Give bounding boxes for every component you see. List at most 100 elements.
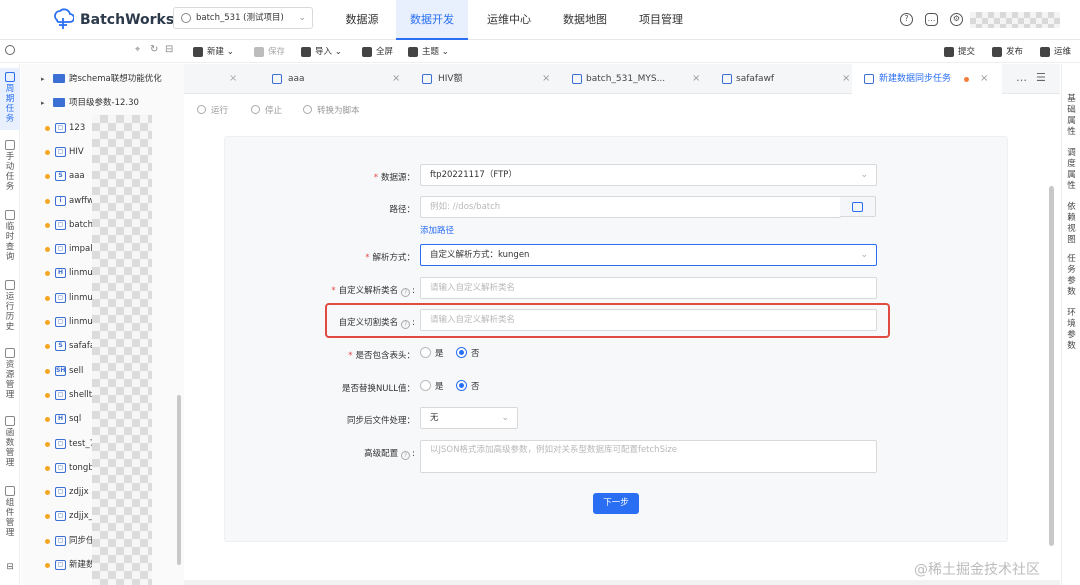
task-type-icon: ▢: [55, 122, 66, 133]
search-icon[interactable]: [5, 45, 15, 55]
chevron-down-icon: ⌄: [298, 13, 306, 23]
tree-item-label: 跨schema联想功能优化: [69, 74, 162, 84]
tree-item-label: linmu: [69, 268, 93, 279]
content-scrollbar[interactable]: [1049, 186, 1054, 546]
status-dot-icon: [45, 417, 50, 423]
collapse-icon[interactable]: ⊟: [165, 44, 173, 55]
nav-ops-center[interactable]: 运维中心: [474, 0, 544, 40]
nav-datasource[interactable]: 数据源: [333, 0, 391, 40]
close-icon[interactable]: ×: [692, 64, 700, 94]
parse-method-select[interactable]: 自定义解析方式：kungen ⌄: [420, 244, 877, 266]
close-icon[interactable]: ×: [842, 64, 850, 94]
tree-folder[interactable]: ▸ 跨schema联想功能优化: [21, 67, 184, 91]
task-type-icon: ▢: [55, 219, 66, 230]
rr-schedule-props[interactable]: 调度属性: [1062, 148, 1080, 192]
nav-data-map[interactable]: 数据地图: [550, 0, 620, 40]
path-input[interactable]: 例如: //dos/batch: [420, 196, 841, 218]
rr-basic-props[interactable]: 基础属性: [1062, 94, 1080, 138]
caret-right-icon[interactable]: ▸: [41, 67, 45, 91]
datasource-select[interactable]: ftp20221117（FTP） ⌄: [420, 164, 877, 186]
tree-item-label: HIV: [69, 146, 84, 157]
close-icon[interactable]: ×: [542, 64, 550, 94]
fullscreen-button[interactable]: 全屏: [362, 44, 393, 60]
null-no-radio[interactable]: 否: [456, 380, 480, 392]
stop-button[interactable]: 停止: [251, 104, 282, 116]
more-icon[interactable]: …: [1016, 64, 1027, 92]
nav-data-dev[interactable]: 数据开发: [396, 0, 468, 40]
status-dot-icon: [45, 465, 50, 471]
calendar-icon: [5, 72, 15, 82]
close-icon[interactable]: ×: [392, 64, 400, 94]
header-yes-radio[interactable]: 是: [420, 347, 444, 359]
rr-task-params[interactable]: 任务参数: [1062, 254, 1080, 298]
tab-batch-mys[interactable]: batch_531_MYS... ×: [552, 64, 702, 94]
submit-button[interactable]: 提交: [944, 44, 975, 60]
tab-safafawf[interactable]: safafawf ×: [702, 64, 852, 94]
advanced-config-textarea[interactable]: 以JSON格式添加高级参数，例如对关系型数据库可配置fetchSize: [420, 440, 877, 473]
rr-dependency-view[interactable]: 依赖视图: [1062, 202, 1080, 246]
publish-button[interactable]: 发布: [992, 44, 1023, 60]
status-dot-icon: [45, 295, 50, 301]
tab-hiv[interactable]: HIV额 ×: [402, 64, 552, 94]
custom-split-input[interactable]: 请输入自定义解析类名: [420, 309, 877, 331]
unsaved-dot-icon: [964, 77, 969, 82]
rail-manual-tasks[interactable]: 手动任务: [0, 140, 20, 202]
message-icon[interactable]: …: [925, 13, 938, 26]
close-icon[interactable]: ×: [229, 64, 237, 94]
status-dot-icon: [45, 222, 50, 228]
user-avatar-blurred[interactable]: [970, 12, 1060, 28]
tab-aaa[interactable]: aaa ×: [252, 64, 402, 94]
status-dot-icon: [45, 392, 50, 398]
tree-item-label: linmu: [69, 292, 93, 303]
rail-function-mgmt[interactable]: 函数管理: [0, 416, 20, 478]
datasource-label: * 数据源：: [373, 173, 415, 183]
submit-icon: [944, 47, 954, 57]
status-dot-icon: [45, 514, 50, 520]
tree-item-label: zdjjx: [69, 487, 89, 498]
rail-collapse-icon[interactable]: ⊟: [0, 562, 20, 576]
refresh-icon[interactable]: ↻: [150, 44, 158, 55]
list-icon[interactable]: ☰: [1036, 64, 1046, 92]
custom-parse-input[interactable]: 请输入自定义解析类名: [420, 277, 877, 299]
save-button[interactable]: 保存: [254, 44, 285, 60]
settings-icon[interactable]: ⚙: [950, 13, 963, 26]
convert-script-button[interactable]: 转换为脚本: [303, 104, 360, 116]
run-button[interactable]: 运行: [197, 104, 228, 116]
rr-env-params[interactable]: 环境参数: [1062, 308, 1080, 352]
project-select[interactable]: batch_531 (测试项目) ⌄: [173, 7, 313, 29]
next-step-button[interactable]: 下一步: [593, 493, 639, 514]
rail-resource-mgmt[interactable]: 资源管理: [0, 348, 20, 410]
theme-button[interactable]: 主题 ⌄: [408, 44, 449, 60]
tree-item-label: batch: [69, 219, 93, 230]
rail-run-history[interactable]: 运行历史: [0, 280, 20, 342]
new-button[interactable]: 新建 ⌄: [193, 44, 234, 60]
custom-parse-label: * 自定义解析类名?:: [331, 286, 415, 297]
close-icon[interactable]: ×: [980, 64, 988, 94]
browse-path-button[interactable]: [840, 196, 876, 217]
rail-component-mgmt[interactable]: 组件管理: [0, 486, 20, 548]
null-yes-radio[interactable]: 是: [420, 380, 444, 392]
import-button[interactable]: 导入 ⌄: [301, 44, 342, 60]
status-dot-icon: [45, 271, 50, 277]
toolbar: 新建 ⌄ 保存 导入 ⌄ 全屏 主题 ⌄ 提交 发布 运维: [184, 41, 1080, 63]
tree-item-label: sell: [69, 365, 84, 376]
add-path-link[interactable]: 添加路径: [420, 224, 454, 236]
tree-scrollbar[interactable]: [177, 395, 181, 565]
nav-project-mgmt[interactable]: 项目管理: [626, 0, 696, 40]
post-process-select[interactable]: 无 ⌄: [420, 407, 518, 429]
tab-new-sync-task[interactable]: 新建数据同步任务 ×: [852, 64, 1002, 94]
ops-button[interactable]: 运维: [1040, 44, 1071, 60]
status-dot-icon: [45, 490, 50, 496]
rail-temp-query[interactable]: 临时查询: [0, 210, 20, 272]
caret-right-icon[interactable]: ▸: [41, 91, 45, 115]
help-icon[interactable]: ?: [900, 13, 913, 26]
chevron-down-icon: ⌄: [501, 413, 509, 423]
sql-file-icon: [272, 74, 282, 84]
tree-folder[interactable]: ▸ 项目级参数-12.30: [21, 91, 184, 115]
post-process-label: 同步后文件处理：: [346, 416, 415, 426]
project-icon: [181, 13, 191, 23]
locate-icon[interactable]: ⌖: [135, 45, 140, 55]
header-no-radio[interactable]: 否: [456, 347, 480, 359]
convert-icon: [303, 105, 312, 114]
rail-periodic-tasks[interactable]: 周期任务: [0, 68, 20, 130]
